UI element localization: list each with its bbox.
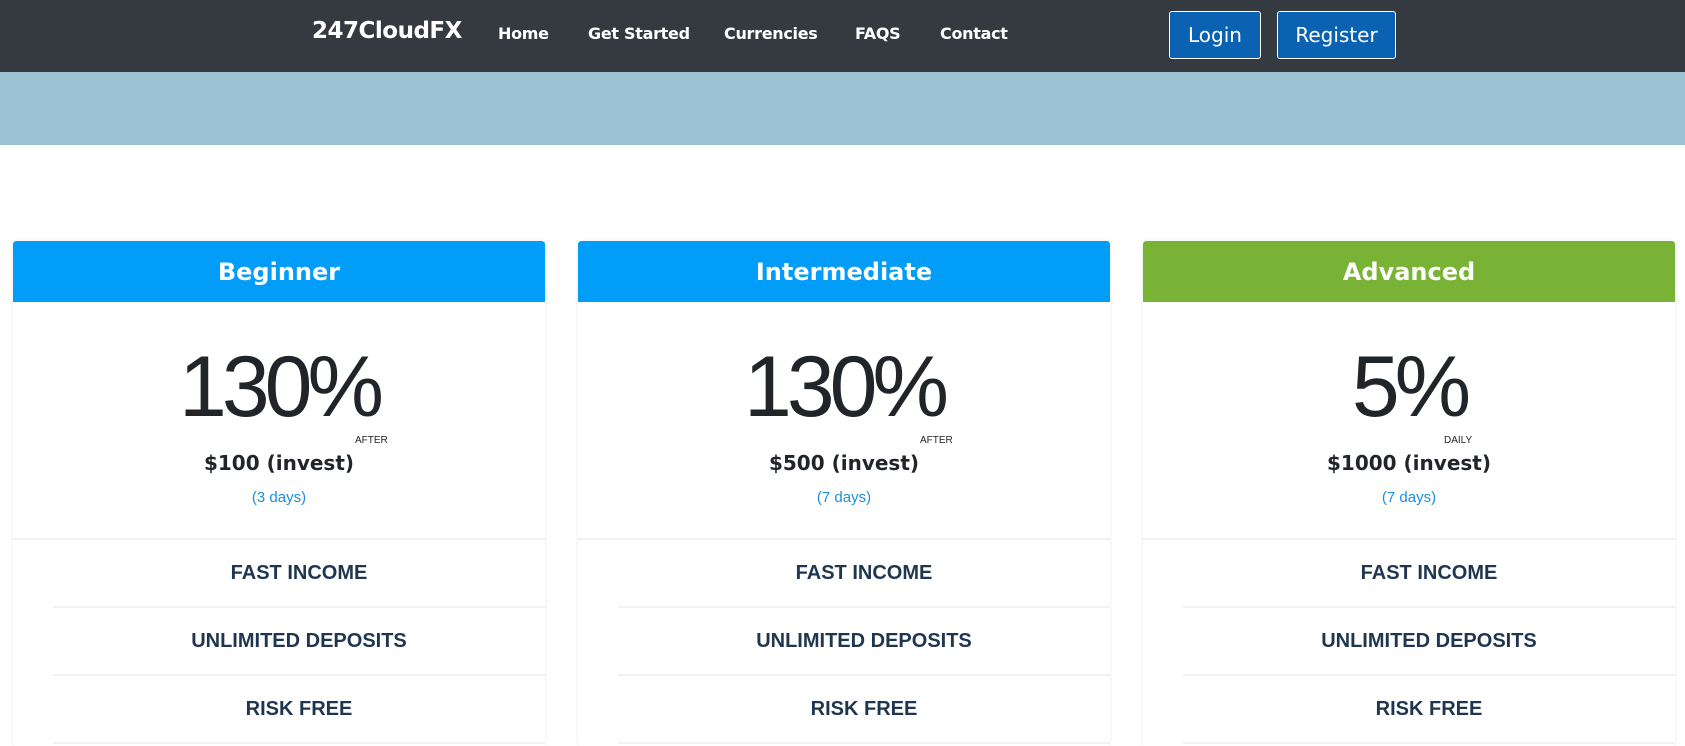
plan-invest: $100 (invest): [203, 451, 355, 475]
register-button[interactable]: Register: [1277, 11, 1396, 59]
feature-item: RISK FREE: [1183, 676, 1675, 744]
plan-invest: $500 (invest): [768, 451, 920, 475]
plan-rate: 5%: [1351, 339, 1471, 435]
feature-item: FAST INCOME: [53, 540, 545, 608]
plan-duration: (7 days): [816, 489, 872, 506]
plan-card-beginner: Beginner 130% AFTER $100 (invest) (3 day…: [13, 241, 545, 746]
feature-item: RISK FREE: [53, 676, 545, 744]
plan-rate-tag: AFTER: [920, 435, 953, 446]
plan-header: Intermediate: [578, 241, 1110, 302]
plan-duration: (7 days): [1381, 489, 1437, 506]
plan-card-advanced: Advanced 5% DAILY $1000 (invest) (7 days…: [1143, 241, 1675, 746]
feature-item: UNLIMITED DEPOSITS: [618, 608, 1110, 676]
plan-invest: $1000 (invest): [1327, 451, 1491, 475]
feature-item: FAST INCOME: [618, 540, 1110, 608]
nav-link-home[interactable]: Home: [498, 24, 549, 43]
plan-header: Beginner: [13, 241, 545, 302]
login-button[interactable]: Login: [1169, 11, 1261, 59]
plan-card-intermediate: Intermediate 130% AFTER $500 (invest) (7…: [578, 241, 1110, 746]
feature-item: RISK FREE: [618, 676, 1110, 744]
nav-link-faqs[interactable]: FAQS: [855, 24, 901, 43]
top-navbar: 247CloudFX Home Get Started Currencies F…: [0, 0, 1685, 72]
feature-item: UNLIMITED DEPOSITS: [53, 608, 545, 676]
plan-rate-tag: DAILY: [1444, 435, 1473, 446]
nav-link-get-started[interactable]: Get Started: [588, 24, 690, 43]
plan-rate: 130%: [744, 339, 949, 435]
feature-item: FAST INCOME: [1183, 540, 1675, 608]
plan-header: Advanced: [1143, 241, 1675, 302]
plan-duration: (3 days): [251, 489, 307, 506]
plan-rate: 130%: [179, 339, 384, 435]
plan-rate-tag: AFTER: [355, 435, 388, 446]
hero-band: [0, 72, 1685, 145]
feature-item: UNLIMITED DEPOSITS: [1183, 608, 1675, 676]
nav-link-currencies[interactable]: Currencies: [724, 24, 818, 43]
brand-logo[interactable]: 247CloudFX: [312, 18, 462, 44]
nav-link-contact[interactable]: Contact: [940, 24, 1008, 43]
